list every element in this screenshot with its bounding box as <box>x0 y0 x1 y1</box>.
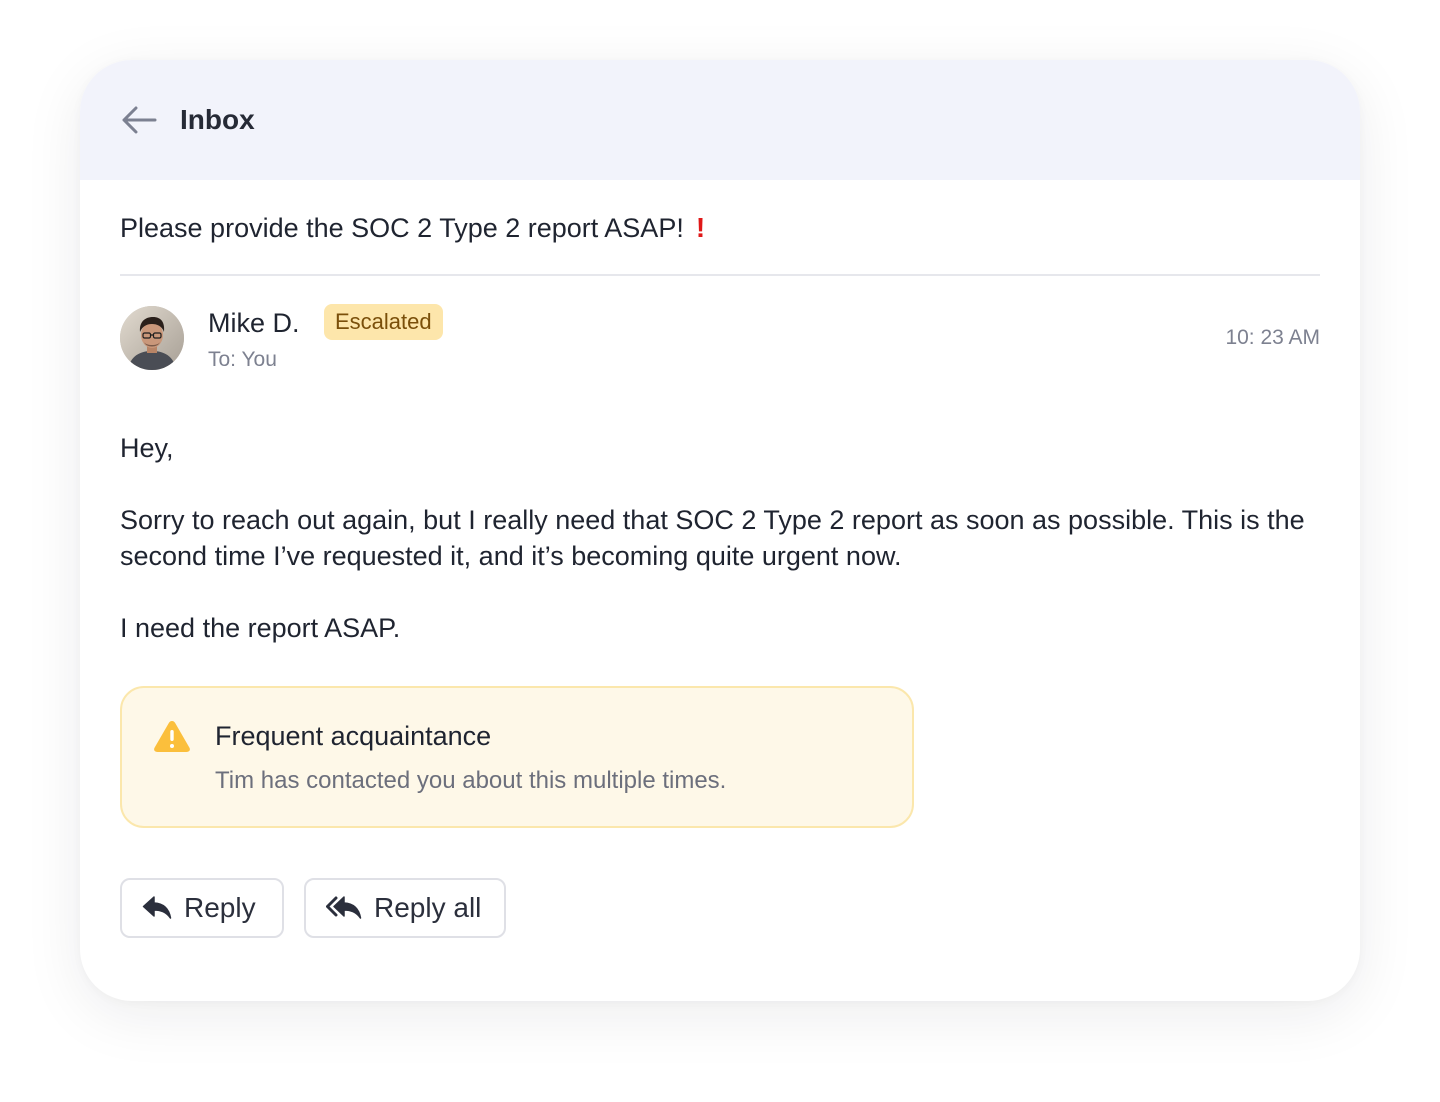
sender-name: Mike D. <box>208 308 300 338</box>
divider <box>120 274 1320 276</box>
email-timestamp: 10: 23 AM <box>1225 326 1320 349</box>
header-bar: Inbox <box>80 60 1360 180</box>
reply-icon <box>142 896 172 919</box>
reply-all-label: Reply all <box>374 892 482 923</box>
email-subject: Please provide the SOC 2 Type 2 report A… <box>120 210 705 246</box>
body-paragraph: Hey, <box>120 433 174 463</box>
frequent-contact-alert: Frequent acquaintance Tim has contacted … <box>120 686 914 828</box>
urgent-mark-icon: ! <box>695 212 706 243</box>
alert-title: Frequent acquaintance <box>215 721 492 751</box>
body-paragraph: I need the report ASAP. <box>120 613 401 643</box>
reply-all-button[interactable]: Reply all <box>304 878 506 938</box>
body-paragraph: Sorry to reach out again, but I really n… <box>120 505 1305 571</box>
reply-all-icon <box>326 896 362 919</box>
subject-text: Please provide the SOC 2 Type 2 report A… <box>120 213 684 243</box>
arrow-left-icon <box>122 106 157 134</box>
back-button[interactable] <box>120 104 160 136</box>
alert-message: Tim has contacted you about this multipl… <box>215 767 727 794</box>
recipient-line: To: You <box>208 348 277 371</box>
email-card: Inbox Please provide the SOC 2 Type 2 re… <box>80 60 1360 1001</box>
warning-icon <box>154 721 190 752</box>
reply-label: Reply <box>184 892 256 923</box>
avatar <box>120 306 184 370</box>
status-badge: Escalated <box>324 304 443 340</box>
reply-button[interactable]: Reply <box>120 878 284 938</box>
page-title: Inbox <box>180 104 255 135</box>
